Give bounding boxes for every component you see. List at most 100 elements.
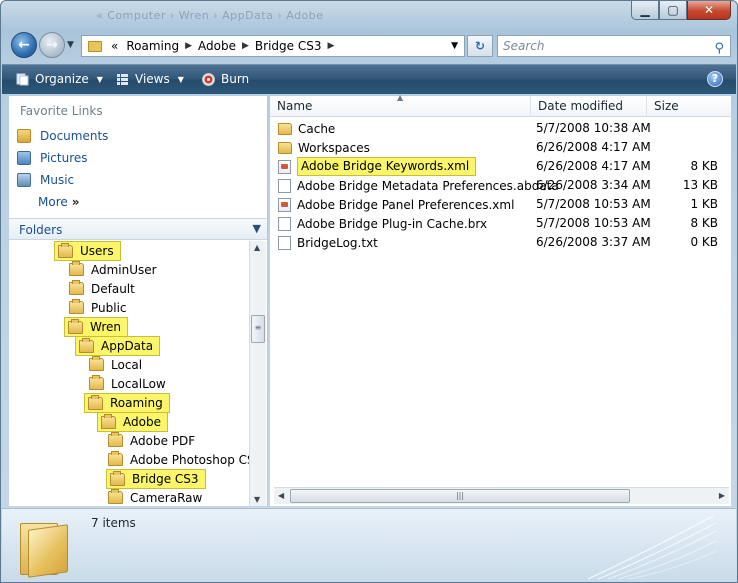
tree-item-roaming[interactable]: Roaming bbox=[84, 393, 170, 413]
file-row[interactable]: Adobe Bridge Metadata Preferences.abdata… bbox=[270, 176, 731, 195]
file-row[interactable]: Cache 5/7/2008 10:38 AM bbox=[270, 119, 731, 138]
scroll-right-arrow-icon[interactable]: ▶ bbox=[719, 491, 725, 500]
tree-item-default[interactable]: Default bbox=[69, 279, 135, 298]
address-bar[interactable]: « Roaming ▶ Adobe ▶ Bridge CS3 ▶ ▼ bbox=[81, 35, 465, 57]
scroll-down-arrow-icon[interactable]: ▼ bbox=[254, 495, 260, 504]
column-header-label: Date modified bbox=[538, 99, 624, 113]
file-size: 13 KB bbox=[682, 178, 718, 192]
burn-disc-icon bbox=[202, 72, 215, 86]
caption-buttons: ▁ ▢ ✕ bbox=[631, 1, 731, 20]
scroll-up-arrow-icon[interactable]: ▲ bbox=[254, 243, 260, 252]
tree-item-label: Adobe PDF bbox=[130, 433, 196, 448]
favorite-label: Documents bbox=[40, 129, 109, 143]
scroll-left-arrow-icon[interactable]: ◀ bbox=[278, 491, 284, 500]
file-icon bbox=[278, 216, 291, 231]
tree-item-cameraraw[interactable]: CameraRaw bbox=[108, 488, 202, 506]
address-dropdown-icon[interactable]: ▼ bbox=[445, 41, 464, 51]
breadcrumb-adobe[interactable]: Adobe bbox=[194, 39, 240, 53]
chevron-down-icon: ▼ bbox=[177, 74, 184, 84]
file-size: 1 KB bbox=[690, 197, 718, 211]
file-row[interactable]: Adobe Bridge Panel Preferences.xml 5/7/2… bbox=[270, 195, 731, 214]
breadcrumb-overflow[interactable]: « bbox=[107, 39, 122, 53]
organize-button[interactable]: Organize ▼ bbox=[16, 72, 103, 86]
close-button[interactable]: ✕ bbox=[687, 1, 731, 20]
folder-icon bbox=[110, 470, 125, 486]
folders-header[interactable]: Folders ▼ bbox=[9, 218, 267, 240]
folder-icon bbox=[278, 141, 292, 154]
scrollbar-thumb[interactable]: ≡ bbox=[251, 315, 265, 343]
file-row[interactable]: BridgeLog.txt 6/26/2008 3:37 AM 0 KB bbox=[270, 233, 731, 252]
tree-item-bridge-cs3[interactable]: Bridge CS3 bbox=[106, 469, 206, 489]
file-size: 8 KB bbox=[690, 216, 718, 230]
command-toolbar: Organize ▼ Views ▼ Burn ? bbox=[2, 64, 736, 94]
back-arrow-icon: ← bbox=[18, 37, 30, 53]
breadcrumb-separator-icon[interactable]: ▶ bbox=[183, 41, 194, 51]
scrollbar-thumb[interactable]: ||| bbox=[290, 489, 630, 503]
file-date: 5/7/2008 10:53 AM bbox=[536, 197, 651, 211]
favorite-label: Pictures bbox=[40, 151, 88, 165]
file-name: Adobe Bridge Metadata Preferences.abdata bbox=[297, 178, 559, 193]
column-header-size[interactable]: Size bbox=[647, 96, 731, 117]
navigation-row: ← → ▼ « Roaming ▶ Adobe ▶ Bridge CS3 ▶ ▼… bbox=[9, 31, 731, 61]
favorite-pictures[interactable]: Pictures bbox=[17, 149, 88, 167]
double-chevron-right-icon: » bbox=[71, 195, 80, 209]
title-bar[interactable]: « Computer › Wren › AppData › Adobe ▁ ▢ … bbox=[1, 1, 737, 25]
explorer-window: « Computer › Wren › AppData › Adobe ▁ ▢ … bbox=[0, 0, 738, 583]
search-input[interactable]: Search ⚲ bbox=[497, 35, 731, 57]
tree-item-label: Adobe Photoshop CS3 bbox=[130, 452, 249, 467]
file-name: Adobe Bridge Plug-in Cache.brx bbox=[297, 216, 488, 231]
breadcrumb-roaming[interactable]: Roaming bbox=[122, 39, 183, 53]
more-links-button[interactable]: More» bbox=[38, 195, 80, 209]
breadcrumb-separator-icon[interactable]: ▶ bbox=[325, 41, 336, 51]
organize-label: Organize bbox=[35, 72, 89, 86]
file-date: 5/7/2008 10:53 AM bbox=[536, 216, 651, 230]
maximize-button[interactable]: ▢ bbox=[659, 1, 687, 20]
tree-item-users[interactable]: Users bbox=[54, 241, 121, 261]
tree-item-adobe-pdf[interactable]: Adobe PDF bbox=[108, 431, 195, 450]
file-list-horizontal-scrollbar[interactable]: ◀ ||| ▶ bbox=[274, 487, 729, 504]
tree-item-adminuser[interactable]: AdminUser bbox=[69, 260, 157, 279]
tree-item-label: Adobe bbox=[123, 415, 161, 429]
file-row[interactable]: Adobe Bridge Keywords.xml 6/26/2008 4:17… bbox=[270, 157, 731, 176]
folder-icon bbox=[108, 451, 123, 466]
column-header-label: Size bbox=[654, 99, 679, 113]
history-dropdown-icon[interactable]: ▼ bbox=[67, 40, 74, 50]
file-date: 6/26/2008 4:17 AM bbox=[536, 140, 651, 154]
column-header-name[interactable]: ▲ Name bbox=[270, 93, 531, 117]
folder-icon bbox=[58, 242, 73, 258]
tree-item-wren[interactable]: Wren bbox=[64, 317, 128, 337]
forward-button[interactable]: → bbox=[39, 32, 65, 58]
folder-icon bbox=[68, 318, 83, 334]
breadcrumb-separator-icon[interactable]: ▶ bbox=[240, 41, 251, 51]
ghost-title: « Computer › Wren › AppData › Adobe bbox=[96, 9, 324, 22]
column-header-date-modified[interactable]: Date modified bbox=[531, 96, 647, 117]
tree-item-label: Public bbox=[91, 300, 127, 315]
tree-item-public[interactable]: Public bbox=[69, 298, 127, 317]
favorite-label: Music bbox=[40, 173, 75, 187]
xml-file-icon bbox=[278, 197, 291, 212]
views-button[interactable]: Views ▼ bbox=[116, 72, 184, 86]
tree-item-adobe-photoshop-cs3[interactable]: Adobe Photoshop CS3 bbox=[108, 450, 249, 469]
back-button[interactable]: ← bbox=[11, 32, 37, 58]
tree-item-adobe[interactable]: Adobe bbox=[97, 412, 168, 432]
file-row[interactable]: Adobe Bridge Plug-in Cache.brx 5/7/2008 … bbox=[270, 214, 731, 233]
file-row[interactable]: Workspaces 6/26/2008 4:17 AM bbox=[270, 138, 731, 157]
large-folder-icon bbox=[20, 517, 70, 578]
help-button[interactable]: ? bbox=[707, 71, 723, 87]
tree-item-appdata[interactable]: AppData bbox=[75, 336, 161, 356]
minimize-button[interactable]: ▁ bbox=[631, 1, 659, 20]
breadcrumb-bridge-cs3[interactable]: Bridge CS3 bbox=[251, 39, 326, 53]
favorite-music[interactable]: Music bbox=[17, 171, 74, 189]
folder-icon bbox=[88, 40, 102, 52]
folder-tree-scrollbar[interactable]: ▲ ≡ ▼ bbox=[249, 241, 266, 506]
folder-icon bbox=[278, 122, 292, 135]
tree-item-locallow[interactable]: LocalLow bbox=[89, 374, 166, 393]
search-icon[interactable]: ⚲ bbox=[714, 39, 724, 59]
burn-button[interactable]: Burn bbox=[202, 72, 249, 86]
details-pane: 7 items bbox=[2, 508, 736, 582]
tree-item-local[interactable]: Local bbox=[89, 355, 142, 374]
maximize-icon: ▢ bbox=[667, 3, 679, 17]
tree-item-label: Users bbox=[80, 244, 114, 258]
refresh-button[interactable]: ↻ bbox=[467, 35, 493, 57]
favorite-documents[interactable]: Documents bbox=[17, 127, 108, 145]
